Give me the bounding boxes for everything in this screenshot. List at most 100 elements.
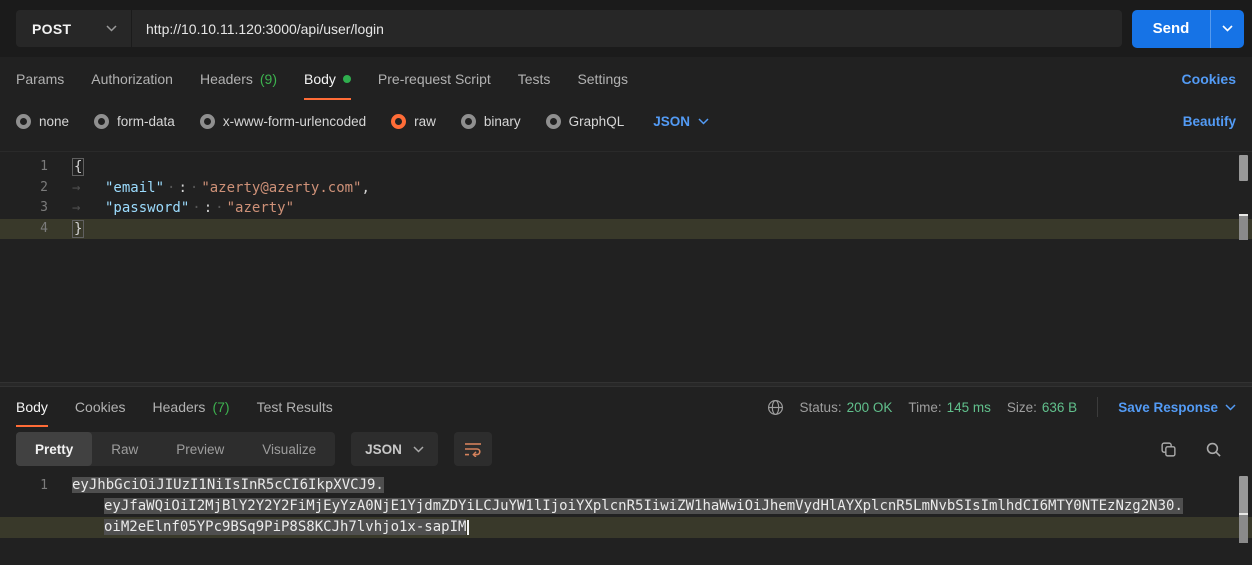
tab-count-badge: (7): [212, 399, 229, 415]
code-token: ·: [189, 200, 203, 216]
request-tabs: Params Authorization Headers(9) Body Pre-req…: [0, 57, 1252, 100]
response-tabs: Body Cookies Headers(7) Test Results Status…: [0, 387, 1252, 427]
method-select[interactable]: POST: [16, 10, 132, 47]
wrap-text-button[interactable]: [454, 432, 492, 466]
send-options-button[interactable]: [1211, 10, 1244, 48]
copy-icon: [1160, 441, 1177, 458]
body-mode-label: GraphQL: [569, 114, 625, 129]
code-token: ·: [187, 180, 201, 196]
chevron-down-icon: [106, 25, 117, 32]
body-mode-label: x-www-form-urlencoded: [223, 114, 366, 129]
body-mode-form-data[interactable]: form-data: [94, 114, 175, 129]
spacer: [628, 57, 1182, 100]
body-mode-raw[interactable]: raw: [391, 114, 436, 129]
view-tab-visualize[interactable]: Visualize: [243, 432, 335, 466]
view-tab-pretty[interactable]: Pretty: [16, 432, 92, 466]
radio-icon: [461, 114, 476, 129]
code-line-content: }: [62, 219, 84, 240]
selected-token-text: eyJfaWQiOiI2MjBlY2Y2Y2FiMjEyYzA0NjE1Yjdm…: [104, 498, 1183, 514]
body-mode-graphql[interactable]: GraphQL: [546, 114, 625, 129]
code-line-content: →"password"·:·"azerty": [62, 198, 294, 219]
tab-settings[interactable]: Settings: [577, 57, 628, 100]
request-url-bar: POST http://10.10.11.120:3000/api/user/l…: [0, 0, 1252, 57]
body-mode-none[interactable]: none: [16, 114, 69, 129]
method-label: POST: [32, 21, 71, 37]
tab-label: Pre-request Script: [378, 71, 491, 87]
tab-authorization[interactable]: Authorization: [91, 57, 173, 100]
code-token: ·: [164, 180, 178, 196]
code-line: 3→"password"·:·"azerty": [0, 198, 1252, 219]
view-tab-raw[interactable]: Raw: [92, 432, 157, 466]
body-mode-binary[interactable]: binary: [461, 114, 521, 129]
response-line-content: eyJhbGciOiJIUzI1NiIsInR5cCI6IkpXVCJ9.: [62, 475, 384, 496]
tab-headers[interactable]: Headers(9): [200, 57, 277, 100]
response-body-viewer[interactable]: 1eyJhbGciOiJIUzI1NiIsInR5cCI6IkpXVCJ9.ey…: [0, 475, 1252, 538]
line-number: 2: [0, 178, 62, 199]
url-input[interactable]: http://10.10.11.120:3000/api/user/login: [132, 10, 1122, 47]
view-tab-preview[interactable]: Preview: [157, 432, 243, 466]
tab-label: Authorization: [91, 71, 173, 87]
chevron-down-icon: [698, 118, 709, 125]
editor-scrollbar-thumb[interactable]: [1239, 155, 1248, 181]
body-mode-x-www-form-urlencoded[interactable]: x-www-form-urlencoded: [200, 114, 366, 129]
radio-icon: [200, 114, 215, 129]
status-pair: Status: 200 OK: [800, 400, 893, 415]
code-token: →: [72, 198, 105, 219]
unsaved-dot-icon: [343, 75, 351, 83]
tab-label: Params: [16, 71, 64, 87]
code-token: :: [178, 180, 186, 196]
beautify-link[interactable]: Beautify: [1183, 114, 1236, 129]
text-cursor: [467, 520, 469, 535]
save-response-label: Save Response: [1118, 400, 1218, 415]
response-language-label: JSON: [365, 442, 402, 457]
status-value: 200 OK: [847, 400, 893, 415]
body-mode-label: binary: [484, 114, 521, 129]
chevron-down-icon: [413, 446, 424, 453]
tab-params[interactable]: Params: [16, 57, 64, 100]
response-line: oiM2eElnf05YPc9BSq9PiP8S8KCJh7lvhjo1x-sa…: [0, 517, 1252, 538]
response-language-select[interactable]: JSON: [351, 432, 438, 466]
line-number: 1: [0, 157, 62, 178]
code-token: ,: [361, 180, 369, 196]
response-tab-test-results[interactable]: Test Results: [257, 387, 333, 427]
tab-pre-request-script[interactable]: Pre-request Script: [378, 57, 491, 100]
response-toolbar: PrettyRawPreviewVisualize JSON: [0, 427, 1252, 471]
copy-button[interactable]: [1160, 441, 1177, 458]
tab-count-badge: (9): [260, 71, 277, 87]
tab-tests[interactable]: Tests: [518, 57, 551, 100]
code-line-content: →"email"·:·"azerty@azerty.com",: [62, 178, 370, 199]
text-wrap-icon: [464, 441, 482, 457]
cookies-link[interactable]: Cookies: [1182, 71, 1236, 87]
code-token: →: [72, 178, 105, 199]
response-tab-headers[interactable]: Headers(7): [153, 387, 230, 427]
code-token: {: [72, 158, 84, 176]
request-body-editor[interactable]: 1{2→"email"·:·"azerty@azerty.com",3→"pas…: [0, 151, 1252, 382]
response-meta: Status: 200 OK Time: 145 ms Size: 636 B …: [767, 387, 1236, 427]
line-number: [0, 496, 62, 517]
radio-icon: [391, 114, 406, 129]
response-tab-body[interactable]: Body: [16, 387, 48, 427]
body-language-select[interactable]: JSON: [653, 114, 709, 129]
radio-icon: [546, 114, 561, 129]
search-button[interactable]: [1205, 441, 1222, 458]
code-line: 2→"email"·:·"azerty@azerty.com",: [0, 178, 1252, 199]
code-token: "azerty": [227, 200, 294, 216]
chevron-down-icon: [1222, 25, 1233, 32]
code-token: "azerty@azerty.com": [201, 180, 361, 196]
body-mode-label: raw: [414, 114, 436, 129]
save-response-button[interactable]: Save Response: [1118, 400, 1236, 415]
search-icon: [1205, 441, 1222, 458]
send-button[interactable]: Send: [1132, 10, 1211, 48]
line-number: [0, 517, 62, 538]
code-line: 1{: [0, 157, 1252, 178]
body-mode-label: none: [39, 114, 69, 129]
body-mode-row: none form-data x-www-form-urlencoded raw bin…: [0, 100, 1252, 142]
tab-label: Tests: [518, 71, 551, 87]
code-token: }: [72, 220, 84, 238]
response-tab-cookies[interactable]: Cookies: [75, 387, 126, 427]
tab-label: Settings: [577, 71, 628, 87]
radio-icon: [16, 114, 31, 129]
time-label: Time:: [908, 400, 941, 415]
tab-body[interactable]: Body: [304, 57, 351, 100]
response-line-content: oiM2eElnf05YPc9BSq9PiP8S8KCJh7lvhjo1x-sa…: [62, 517, 469, 538]
